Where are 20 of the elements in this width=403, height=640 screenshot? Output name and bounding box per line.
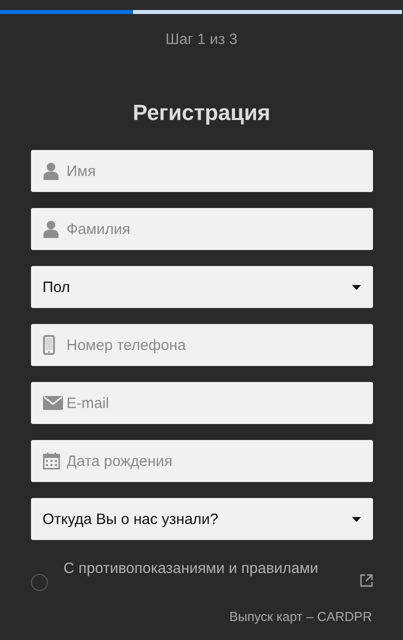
step-indicator: Шаг 1 из 3: [165, 31, 238, 48]
phone-icon: [42, 335, 54, 355]
person-icon: [42, 162, 58, 180]
input-field[interactable]: Фамилия: [30, 208, 372, 250]
checkbox[interactable]: [30, 574, 48, 591]
agreement-text: С противопоказаниями и правилами: [64, 560, 318, 578]
caret-icon: [352, 516, 360, 522]
input-field[interactable]: E-mail: [30, 382, 372, 424]
select-field[interactable]: Пол: [30, 266, 372, 308]
calendar-icon: [42, 452, 60, 470]
input-field[interactable]: Дата рождения: [30, 440, 372, 482]
input-field[interactable]: Имя: [30, 150, 372, 192]
form-title: Регистрация: [132, 100, 270, 126]
caret-icon: [352, 284, 360, 290]
input-field[interactable]: Номер телефона: [30, 324, 372, 366]
footer-text: Выпуск карт – CARDPR: [229, 608, 372, 624]
select-field[interactable]: Откуда Вы о нас узнали?: [30, 498, 372, 540]
mail-icon: [42, 396, 62, 410]
person-icon: [42, 220, 58, 238]
external-link-icon[interactable]: [360, 574, 372, 587]
